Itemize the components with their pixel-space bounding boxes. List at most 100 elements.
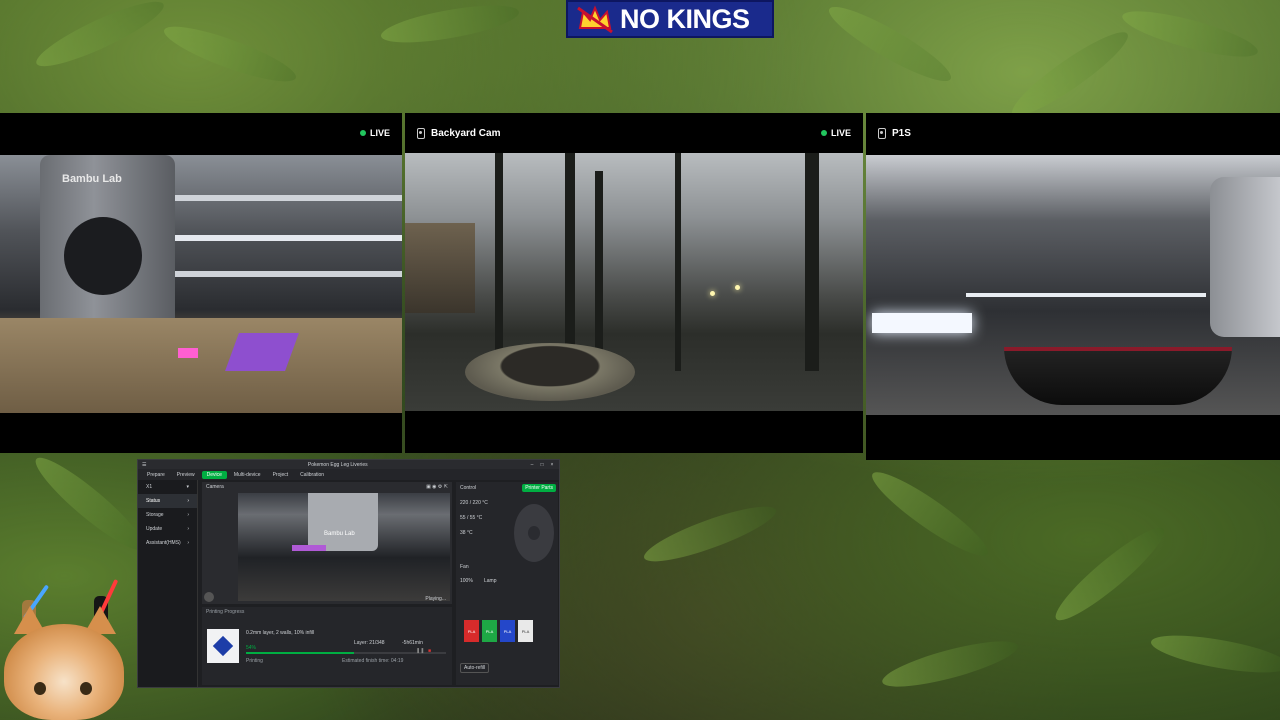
cat-face: [4, 624, 124, 720]
sidebar-item-label: Status: [146, 498, 161, 504]
printer-parts-button[interactable]: Printer Parts: [522, 484, 556, 492]
menu-tabs: Prepare Preview Device Multi-device Proj…: [138, 469, 559, 480]
tab-calibration[interactable]: Calibration: [295, 471, 329, 479]
printer-brand-label: Bambu Lab: [62, 173, 122, 185]
device-sidebar: X1 ▾ Status › Storage › Update › Assistant(…: [138, 480, 198, 687]
status-text: Printing: [246, 658, 263, 664]
camera-header: P1S: [866, 113, 1280, 153]
no-kings-banner: NO KINGS: [566, 0, 774, 38]
live-dot-icon: [359, 130, 366, 136]
bed-temp[interactable]: 55 / 55 °C: [460, 515, 488, 521]
auto-refill-button[interactable]: Auto-refill: [460, 663, 490, 673]
camera-title: P1S: [892, 127, 911, 139]
home-icon[interactable]: [528, 526, 540, 540]
ams-slot-3[interactable]: PLA: [500, 620, 515, 642]
speed-label[interactable]: 100%: [460, 578, 473, 584]
cat-eye: [34, 682, 46, 695]
device-name: X1: [146, 484, 153, 490]
record-icon[interactable]: [204, 592, 214, 602]
temperatures: 220 / 220 °C 55 / 55 °C 38 °C: [460, 500, 488, 536]
tab-prepare[interactable]: Prepare: [142, 471, 170, 479]
camera-title: Backyard Cam: [431, 127, 501, 139]
tab-project[interactable]: Project: [268, 471, 294, 479]
print-bed: [0, 318, 402, 413]
spool-label: PLA: [485, 628, 494, 634]
camera-icon: [878, 127, 886, 139]
lamp-label[interactable]: Lamp: [484, 578, 497, 584]
progress-bar-fill: [246, 652, 354, 654]
cat-mascot: [0, 579, 128, 720]
house: [405, 223, 475, 313]
sidebar-item-status[interactable]: Status ›: [138, 494, 197, 508]
finish-text: Estimated finish time: 04:19: [342, 658, 404, 664]
ams-slot-4[interactable]: PLA: [518, 620, 533, 642]
camera-pane-label: Camera: [206, 483, 224, 490]
control-pane: Control Printer Parts 220 / 220 °C 55 / …: [456, 482, 558, 685]
fan-icon: [64, 217, 142, 295]
camera-feed-p1s: [866, 155, 1280, 415]
sidebar-item-storage[interactable]: Storage ›: [138, 508, 197, 522]
bambu-studio-window[interactable]: ☰ Pokemon Egg Leg Liveries – □ × Prepare…: [137, 459, 560, 688]
tab-device[interactable]: Device: [201, 470, 227, 479]
printer-camera-feed: Bambu Lab: [238, 493, 450, 601]
ams-slot-2[interactable]: PLA: [482, 620, 497, 642]
banner-text: NO KINGS: [620, 3, 750, 34]
printer-light: [872, 313, 972, 333]
camera-strip: LIVE Bambu Lab Backyard Cam LIVE P1S: [0, 113, 1280, 460]
fan-label: Fan: [460, 564, 469, 570]
app-menu-icon[interactable]: ☰: [142, 462, 146, 468]
camera-panel-printer[interactable]: LIVE Bambu Lab: [0, 113, 402, 453]
camera-pane: Camera ▣ ◉ ⚙ ⇱ Bambu Lab Playing...: [202, 482, 452, 604]
printer-brand-label: Bambu Lab: [324, 531, 355, 537]
model-thumbnail: [207, 629, 239, 663]
printed-bowl: [1004, 347, 1232, 405]
pause-icon[interactable]: ❚❚: [416, 648, 424, 654]
sidebar-item-assistant[interactable]: Assistant(HMS) ›: [138, 536, 197, 550]
spool-label: PLA: [521, 628, 530, 634]
cube-icon: [212, 635, 234, 657]
live-label: LIVE: [369, 128, 390, 138]
chevron-right-icon: ›: [187, 498, 189, 504]
tab-multi-device[interactable]: Multi-device: [229, 471, 266, 479]
chevron-right-icon: ›: [187, 540, 189, 546]
led-light: [178, 348, 198, 358]
chevron-right-icon: ›: [187, 512, 189, 518]
sidebar-item-label: Assistant(HMS): [146, 540, 181, 546]
sidebar-item-label: Storage: [146, 512, 164, 518]
close-icon[interactable]: ×: [549, 462, 555, 468]
progress-percent: 54%: [246, 645, 257, 651]
camera-header: LIVE: [0, 113, 402, 153]
toolhead: [1210, 177, 1280, 337]
ams-spools: PLA PLA PLA PLA: [464, 620, 533, 642]
playing-label: Playing...: [425, 596, 446, 602]
job-description: 0.2mm layer, 2 walls, 10% infill: [246, 630, 315, 636]
camera-panel-backyard[interactable]: Backyard Cam LIVE: [405, 113, 863, 453]
maximize-icon[interactable]: □: [539, 462, 545, 468]
fire-pit: [465, 343, 635, 401]
camera-panel-p1s[interactable]: P1S: [866, 113, 1280, 460]
camera-feed-backyard: [405, 153, 863, 411]
camera-toolbar: Camera ▣ ◉ ⚙ ⇱: [202, 482, 452, 491]
stop-icon[interactable]: ■: [428, 648, 431, 654]
device-selector[interactable]: X1 ▾: [138, 480, 197, 494]
jog-control[interactable]: [514, 504, 554, 562]
spool-label: PLA: [503, 628, 512, 634]
minimize-icon[interactable]: –: [529, 462, 535, 468]
control-label: Control: [460, 485, 477, 491]
sidebar-item-update[interactable]: Update ›: [138, 522, 197, 536]
sidebar-item-label: Update: [146, 526, 163, 532]
nozzle-temp[interactable]: 220 / 220 °C: [460, 500, 488, 506]
ams-slot-1[interactable]: PLA: [464, 620, 479, 642]
window-title: Pokemon Egg Leg Liveries: [307, 461, 368, 468]
window-titlebar[interactable]: ☰ Pokemon Egg Leg Liveries – □ ×: [138, 460, 559, 469]
progress-header: Printing Progress: [206, 608, 245, 615]
printing-progress-pane: Printing Progress 0.2mm layer, 2 walls, …: [202, 607, 452, 685]
cat-eye: [80, 682, 92, 695]
chevron-down-icon: ▾: [186, 484, 189, 490]
tab-preview[interactable]: Preview: [172, 471, 200, 479]
spool-label: PLA: [467, 628, 476, 634]
camera-toolbar-icons[interactable]: ▣ ◉ ⚙ ⇱: [426, 484, 448, 490]
layer-text: Layer: 21/348: [354, 640, 385, 646]
camera-feed-printer: Bambu Lab: [0, 155, 402, 413]
camera-icon: [417, 127, 425, 139]
